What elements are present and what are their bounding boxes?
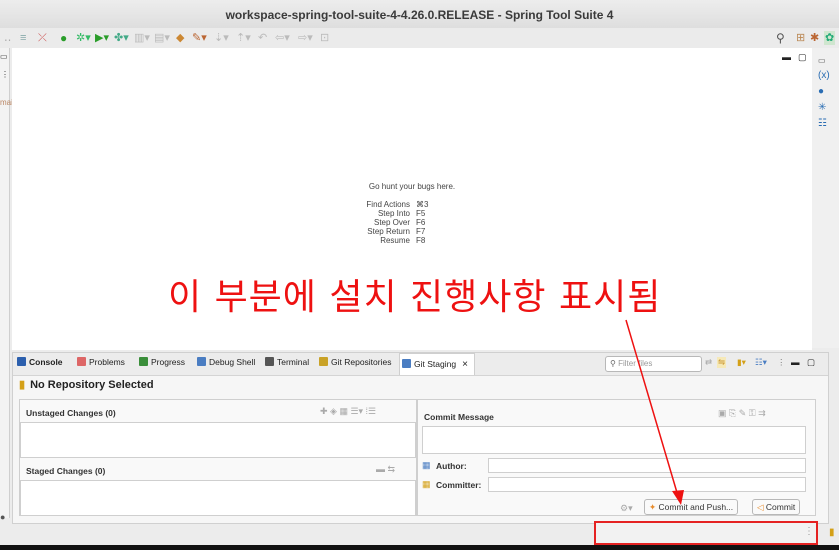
dock-strip (0, 545, 839, 550)
annotation-arrow (625, 319, 684, 505)
